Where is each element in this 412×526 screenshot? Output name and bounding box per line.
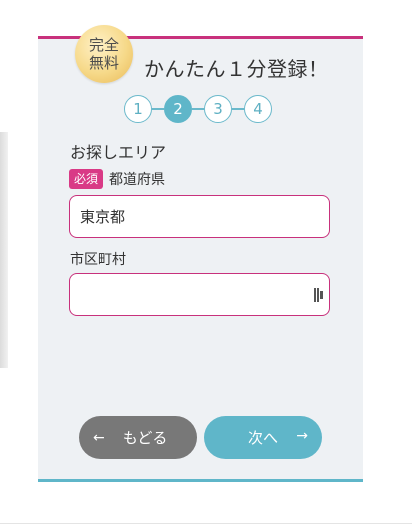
background-photo-edge: [0, 132, 8, 368]
prefecture-select[interactable]: 東京都: [69, 195, 330, 238]
step-2-active: 2: [164, 95, 192, 123]
badge-line-1: 完全: [88, 36, 119, 54]
step-indicator: 1 2 3 4: [124, 94, 272, 124]
next-button[interactable]: 次へ →: [204, 416, 322, 459]
prefecture-label: 都道府県: [109, 172, 166, 188]
free-badge: 完全 無料: [75, 25, 133, 83]
back-button-label: もどる: [122, 429, 168, 447]
area-section-label: お探しエリア: [70, 143, 167, 162]
back-button[interactable]: ← もどる: [79, 416, 197, 459]
registration-card: 完全 無料 かんたん１分登録！ 1 2 3 4 お探しエリア 必須 都道府県 東…: [38, 25, 363, 482]
step-3: 3: [204, 95, 232, 123]
city-label: 市区町村: [70, 252, 126, 268]
prefecture-label-row: 必須 都道府県: [69, 169, 165, 189]
badge-line-2: 無料: [88, 54, 119, 72]
city-input[interactable]: [69, 273, 330, 316]
step-4: 4: [244, 95, 272, 123]
arrow-left-icon: ←: [93, 429, 105, 446]
step-1: 1: [124, 95, 152, 123]
card-title: かんたん１分登録！: [144, 57, 329, 81]
step-connector: [192, 108, 204, 110]
page-divider: [0, 523, 412, 524]
step-connector: [152, 108, 164, 110]
step-connector: [232, 108, 244, 110]
prefecture-value: 東京都: [80, 208, 126, 226]
arrow-right-icon: →: [296, 428, 308, 444]
required-badge: 必須: [69, 169, 104, 189]
password-manager-icon[interactable]: [314, 288, 324, 302]
next-button-label: 次へ: [247, 429, 278, 447]
